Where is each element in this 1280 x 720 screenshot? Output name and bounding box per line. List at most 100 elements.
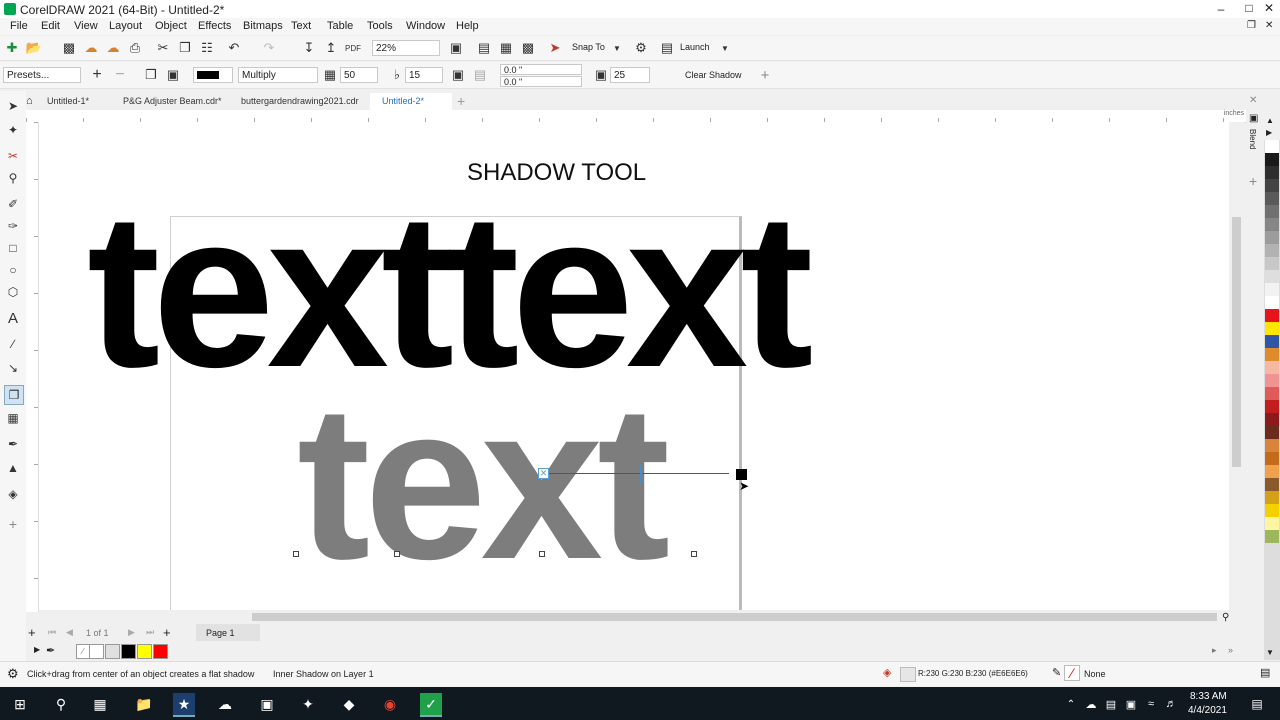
presets-dropdown[interactable]: Presets... (3, 67, 81, 83)
palette-scroll-right-icon[interactable]: ▸ (1212, 645, 1217, 656)
coreldraw-taskbar-icon[interactable]: ★ (173, 693, 195, 717)
palette-swatch[interactable] (1265, 244, 1279, 257)
add-page-after-icon[interactable]: + (163, 625, 171, 640)
zoom-navigator-icon[interactable]: ⚲ (1222, 612, 1229, 623)
last-page-icon[interactable]: ⏭ (146, 627, 154, 638)
redo-icon[interactable]: ↷ (260, 39, 278, 57)
blend-docker-tab[interactable]: Blend (1248, 129, 1257, 149)
prev-page-icon[interactable]: ◀ (66, 627, 73, 638)
windows-start-icon[interactable]: ⊞ (9, 693, 31, 715)
palette-swatch[interactable] (1265, 231, 1279, 244)
shadow-color-picker[interactable] (193, 67, 233, 83)
rectangle-tool-icon[interactable]: □ (4, 239, 22, 257)
file-explorer-icon[interactable]: 📁 (133, 693, 155, 715)
palette-swatch[interactable] (1265, 400, 1279, 413)
add-icon[interactable]: + (756, 66, 774, 84)
palette-swatch[interactable] (1265, 192, 1279, 205)
zoom-tool-icon[interactable]: ⚲ (4, 169, 22, 187)
palette-swatch[interactable] (1265, 465, 1279, 478)
palette-swatch[interactable] (1265, 205, 1279, 218)
docker-close-icon[interactable]: ✕ (1249, 95, 1257, 106)
docker-add-icon[interactable]: + (1249, 173, 1257, 189)
palette-swatch[interactable] (1265, 491, 1279, 504)
remove-preset-icon[interactable]: − (111, 66, 129, 84)
palette-swatch[interactable] (1265, 478, 1279, 491)
snap-icon[interactable]: ➤ (546, 39, 564, 57)
onedrive-icon[interactable]: ☁ (1080, 693, 1102, 715)
smart-fill-icon[interactable]: ◈ (4, 485, 22, 503)
launch-chevron-icon[interactable]: ▼ (716, 39, 734, 57)
menu-view[interactable]: View (74, 20, 98, 32)
feather-edge-icon[interactable]: ▤ (471, 66, 489, 84)
status-color-mgmt-icon[interactable]: ▤ (1260, 666, 1270, 679)
tab-buttergarden-drawing[interactable]: buttergardendrawing2021.cdr (241, 96, 359, 106)
inner-shadow-icon[interactable]: ▣ (164, 66, 182, 84)
add-preset-icon[interactable]: + (88, 66, 106, 84)
tab-untitled-2-active[interactable]: Untitled-2* (370, 93, 452, 110)
zoom-level-field[interactable]: 22% (372, 40, 440, 56)
palette-swatch[interactable] (1265, 335, 1279, 348)
document-color-swatch[interactable] (153, 644, 168, 659)
eyedropper-tool-icon[interactable]: ✒ (4, 435, 22, 453)
palette-swatch[interactable] (1265, 257, 1279, 270)
drawing-canvas[interactable]: SHADOW TOOL texttext text ✕ ➤ (39, 122, 1229, 610)
publish-pdf-icon[interactable]: PDF (344, 39, 362, 57)
palette-eyedropper-icon[interactable]: ✒ (46, 644, 55, 657)
meet-now-icon[interactable]: ▣ (1120, 693, 1142, 715)
menu-tools[interactable]: Tools (367, 20, 393, 32)
outline-swatch[interactable]: ∕ (1064, 665, 1080, 681)
task-view-icon[interactable]: ▦ (89, 693, 111, 715)
palette-scroll-up-icon[interactable]: ▲ (1266, 116, 1274, 125)
guidelines-icon[interactable]: ▩ (519, 39, 537, 57)
import-icon[interactable]: ↧ (300, 39, 318, 57)
palette-swatch[interactable] (1265, 439, 1279, 452)
ellipse-tool-icon[interactable]: ○ (4, 261, 22, 279)
palette-swatch[interactable] (1265, 517, 1279, 530)
page-1-tab[interactable]: Page 1 (196, 624, 260, 641)
palette-swatch[interactable] (1265, 166, 1279, 179)
wifi-icon[interactable]: ≈ (1140, 693, 1162, 715)
cloud-upload-icon[interactable]: ☁ (82, 39, 100, 57)
shadowed-text-object[interactable]: text (297, 372, 670, 592)
menu-file[interactable]: File (10, 20, 28, 32)
pick-tool-icon[interactable]: ➤ (4, 97, 22, 115)
launch-icon[interactable]: ▤ (658, 39, 676, 57)
connector-tool-icon[interactable]: ↘ (4, 359, 22, 377)
cut-icon[interactable]: ✂ (154, 39, 172, 57)
search-icon[interactable]: ⚲ (50, 693, 72, 715)
text-tool-icon[interactable]: A (4, 309, 22, 327)
chrome-taskbar-icon[interactable]: ◉ (379, 693, 401, 715)
app-taskbar-icon[interactable]: ◆ (338, 693, 360, 715)
close-doc-icon[interactable]: ✕ (1265, 20, 1273, 31)
menu-bitmaps[interactable]: Bitmaps (243, 20, 283, 32)
menu-table[interactable]: Table (327, 20, 353, 32)
freehand-tool-icon[interactable]: ✐ (4, 195, 22, 213)
fill-swatch[interactable] (900, 667, 916, 682)
close-button[interactable]: ✕ (1260, 1, 1278, 15)
horizontal-scroll-thumb[interactable] (252, 613, 1217, 621)
restore-doc-icon[interactable]: ❐ (1247, 20, 1256, 31)
selection-handle-bm[interactable] (539, 551, 545, 557)
palette-swatch[interactable] (1265, 413, 1279, 426)
selection-handle-tl[interactable] (293, 551, 299, 557)
menu-object[interactable]: Object (155, 20, 187, 32)
shape-tool-icon[interactable]: ✦ (4, 121, 22, 139)
document-color-swatch[interactable] (105, 644, 120, 659)
menu-effects[interactable]: Effects (198, 20, 231, 32)
offset-y-field[interactable]: 0.0 " (500, 76, 582, 87)
palette-swatch[interactable] (1265, 374, 1279, 387)
status-settings-icon[interactable]: ⚙ (7, 666, 19, 682)
add-tool-icon[interactable]: + (4, 515, 22, 533)
menu-edit[interactable]: Edit (41, 20, 60, 32)
transparency-tool-icon[interactable]: ▦ (4, 409, 22, 427)
document-color-swatch[interactable] (137, 644, 152, 659)
palette-swatch[interactable] (1265, 270, 1279, 283)
palette-swatch[interactable] (1265, 283, 1279, 296)
network-icon[interactable]: ▤ (1100, 693, 1122, 715)
notifications-icon[interactable]: ▤ (1246, 693, 1268, 715)
palette-swatch[interactable] (1265, 179, 1279, 192)
save-icon[interactable]: ▩ (60, 39, 78, 57)
full-screen-icon[interactable]: ▣ (447, 39, 465, 57)
add-page-icon[interactable]: + (28, 625, 36, 640)
shadow-tool-icon[interactable]: ❐ (4, 385, 24, 405)
